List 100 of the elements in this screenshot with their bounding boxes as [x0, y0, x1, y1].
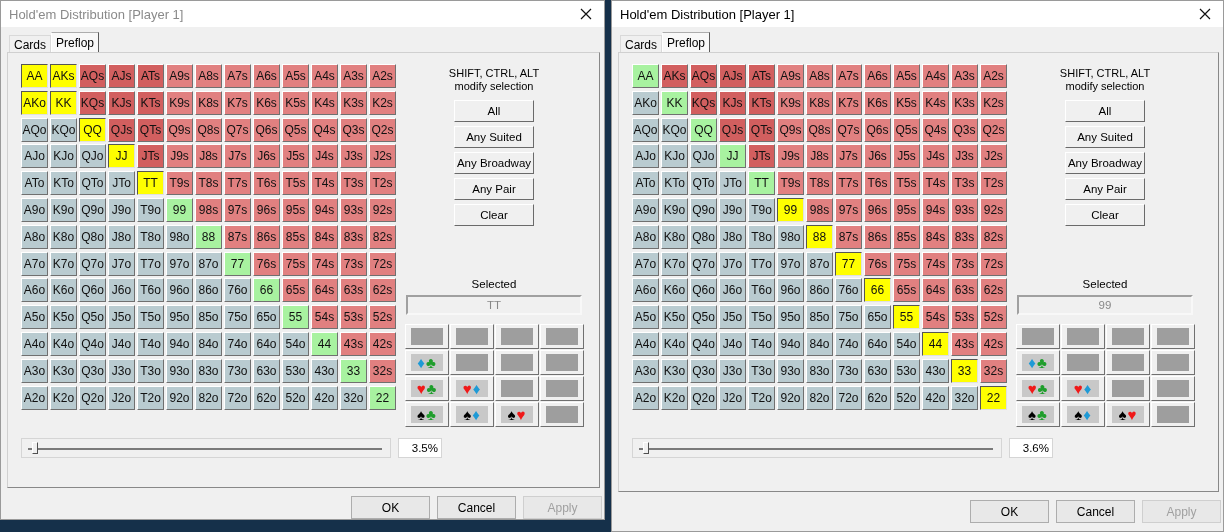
hand-cell[interactable]: 42o	[922, 385, 949, 410]
hand-cell[interactable]: T7s	[835, 171, 862, 196]
hand-cell[interactable]: T9o	[748, 198, 775, 222]
hand-cell[interactable]: T9s	[777, 171, 804, 196]
hand-cell[interactable]: T4o	[748, 331, 775, 356]
hand-cell[interactable]: J7s	[835, 144, 862, 169]
hand-cell[interactable]: A2s	[980, 64, 1007, 88]
hand-cell[interactable]: 62o	[864, 385, 891, 410]
hand-cell[interactable]: 43o	[922, 358, 949, 383]
hand-cell[interactable]: A6o	[632, 278, 659, 303]
hand-cell[interactable]: 72s	[980, 251, 1007, 276]
hand-cell[interactable]: A3o	[632, 358, 659, 383]
range-slider[interactable]	[632, 438, 1002, 458]
hand-cell[interactable]: 92o	[777, 385, 804, 410]
hand-cell[interactable]: Q5s	[893, 117, 920, 142]
hand-cell[interactable]: JTs	[748, 144, 775, 169]
hand-cell[interactable]: K8s	[806, 90, 833, 115]
hand-cell[interactable]: AQo	[632, 117, 659, 142]
hand-cell[interactable]: A5o	[632, 305, 659, 330]
hand-cell[interactable]: Q6o	[690, 278, 717, 303]
hand-cell[interactable]: K3s	[951, 90, 978, 115]
hand-cell[interactable]: Q9o	[690, 198, 717, 222]
suit-combo-button[interactable]: ♠♣	[1015, 402, 1060, 427]
hand-cell[interactable]: 82s	[980, 224, 1007, 249]
hand-cell[interactable]: KJo	[661, 144, 688, 169]
hand-cell[interactable]: QTo	[690, 171, 717, 196]
hand-cell[interactable]: A5s	[893, 64, 920, 88]
hand-cell[interactable]: 77	[835, 251, 862, 276]
hand-cell[interactable]: 52s	[980, 305, 1007, 330]
hand-cell[interactable]: QQ	[690, 117, 717, 142]
hand-cell[interactable]: Q7o	[690, 251, 717, 276]
hand-cell[interactable]: J3s	[951, 144, 978, 169]
percent-field[interactable]: 3.6%	[1009, 438, 1053, 458]
hand-cell[interactable]: 44	[922, 331, 949, 356]
hand-cell[interactable]: K5s	[893, 90, 920, 115]
hand-cell[interactable]: K7o	[661, 251, 688, 276]
hand-cell[interactable]: J6s	[864, 144, 891, 169]
hand-cell[interactable]: Q8o	[690, 224, 717, 249]
hand-cell[interactable]: Q4s	[922, 117, 949, 142]
hand-cell[interactable]: 54o	[893, 331, 920, 356]
hand-cell[interactable]: Q2s	[980, 117, 1007, 142]
suit-combo-button[interactable]	[1150, 376, 1195, 401]
hand-cell[interactable]: 73s	[951, 251, 978, 276]
hand-cell[interactable]: 93o	[777, 358, 804, 383]
hand-cell[interactable]: 75o	[835, 305, 862, 330]
hand-cell[interactable]: T5s	[893, 171, 920, 196]
hand-cell[interactable]: T6s	[864, 171, 891, 196]
hand-cell[interactable]: K4o	[661, 331, 688, 356]
hand-cell[interactable]: JTo	[719, 171, 746, 196]
hand-cell[interactable]: 84o	[806, 331, 833, 356]
hand-cell[interactable]: K6s	[864, 90, 891, 115]
hand-cell[interactable]: K3o	[661, 358, 688, 383]
hand-cell[interactable]: J9o	[719, 198, 746, 222]
suit-combo-button[interactable]	[1015, 324, 1060, 349]
suit-combo-button[interactable]	[1105, 324, 1150, 349]
hand-cell[interactable]: Q4o	[690, 331, 717, 356]
hand-cell[interactable]: 53o	[893, 358, 920, 383]
suit-combo-button[interactable]	[1105, 350, 1150, 375]
hand-cell[interactable]: Q5o	[690, 305, 717, 330]
hand-cell[interactable]: AJo	[632, 144, 659, 169]
hand-cell[interactable]: 99	[777, 198, 804, 222]
select-button[interactable]: Any Broadway	[1065, 152, 1145, 174]
hand-cell[interactable]: 87o	[806, 251, 833, 276]
hand-cell[interactable]: T8o	[748, 224, 775, 249]
hand-cell[interactable]: 76s	[864, 251, 891, 276]
hand-cell[interactable]: A4s	[922, 64, 949, 88]
hand-cell[interactable]: QTs	[748, 117, 775, 142]
hand-cell[interactable]: 82o	[806, 385, 833, 410]
hand-cell[interactable]: 72o	[835, 385, 862, 410]
hand-cell[interactable]: T8s	[806, 171, 833, 196]
hand-cell[interactable]: 96o	[777, 278, 804, 303]
hand-cell[interactable]: AKs	[661, 64, 688, 88]
hand-cell[interactable]: 94s	[922, 198, 949, 222]
hand-cell[interactable]: J2o	[719, 385, 746, 410]
hand-cell[interactable]: 65o	[864, 305, 891, 330]
hand-cell[interactable]: KJs	[719, 90, 746, 115]
hand-cell[interactable]: J8o	[719, 224, 746, 249]
hand-cell[interactable]: J8s	[806, 144, 833, 169]
hand-cell[interactable]: 63o	[864, 358, 891, 383]
hand-cell[interactable]: KK	[661, 90, 688, 115]
hand-cell[interactable]: KTo	[661, 171, 688, 196]
suit-combo-button[interactable]	[1150, 402, 1195, 427]
hand-cell[interactable]: 92s	[980, 198, 1007, 222]
hand-cell[interactable]: 62s	[980, 278, 1007, 303]
hand-cell[interactable]: T6o	[748, 278, 775, 303]
hand-cell[interactable]: 74s	[922, 251, 949, 276]
hand-cell[interactable]: T2o	[748, 385, 775, 410]
hand-cell[interactable]: Q3o	[690, 358, 717, 383]
hand-cell[interactable]: K2o	[661, 385, 688, 410]
hand-cell[interactable]: 53s	[951, 305, 978, 330]
hand-cell[interactable]: 65s	[893, 278, 920, 303]
hand-cell[interactable]: A9s	[777, 64, 804, 88]
hand-cell[interactable]: 64o	[864, 331, 891, 356]
dialog-button[interactable]: OK	[970, 500, 1049, 523]
hand-cell[interactable]: 93s	[951, 198, 978, 222]
hand-cell[interactable]: 86s	[864, 224, 891, 249]
hand-cell[interactable]: Q6s	[864, 117, 891, 142]
slider-thumb[interactable]	[643, 442, 650, 454]
hand-cell[interactable]: T7o	[748, 251, 775, 276]
hand-cell[interactable]: T5o	[748, 305, 775, 330]
